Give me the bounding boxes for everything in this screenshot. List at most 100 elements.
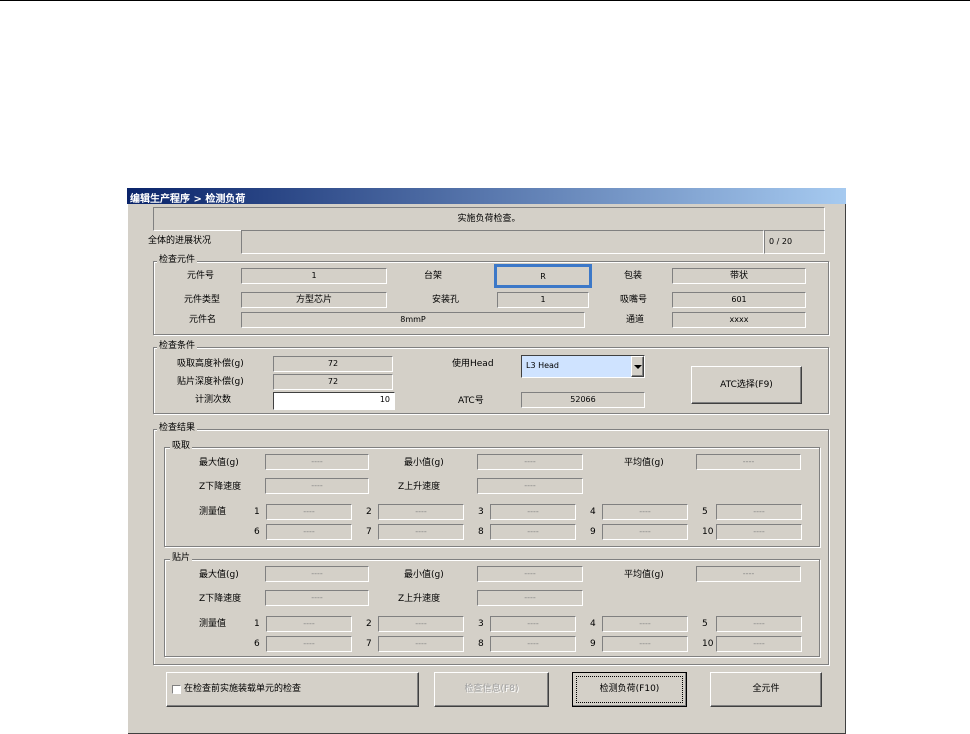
pick-measured-field: ---- [266, 504, 352, 520]
pick-measured-field: ---- [490, 524, 576, 540]
use-head-label: 使用Head [452, 359, 494, 369]
progress-label: 全体的进展状况 [148, 236, 212, 246]
pick-min-field: ---- [477, 454, 583, 470]
part-type-field: 方型芯片 [241, 292, 387, 308]
pick-measured-field: ---- [378, 504, 464, 520]
check-load-label: 检测负荷(F10) [599, 684, 660, 694]
place-measured-index: 3 [478, 619, 484, 629]
packaging-label: 包装 [624, 271, 643, 281]
check-info-button[interactable]: 检查信息(F8) [434, 672, 549, 707]
use-head-value: L3 Head [526, 361, 560, 370]
pick-max-label: 最大值(g) [199, 458, 239, 468]
pick-measured-index: 3 [478, 507, 484, 517]
place-z-up-field: ---- [477, 590, 583, 606]
pick-measured-field: ---- [490, 504, 576, 520]
place-measured-field: ---- [602, 616, 688, 632]
atc-select-button[interactable]: ATC选择(F9) [691, 366, 802, 404]
pick-measured-index: 2 [366, 507, 372, 517]
place-min-field: ---- [477, 566, 583, 582]
atc-field: 52066 [521, 392, 645, 408]
pick-measured-field: ---- [716, 504, 802, 520]
place-measured-index: 9 [590, 639, 596, 649]
check-component-title: 检查元件 [157, 255, 198, 266]
pick-title: 吸取 [170, 441, 193, 452]
pick-height-label: 吸取高度补偿(g) [177, 359, 244, 369]
part-name-field: 8mmP [241, 312, 585, 328]
place-measured-field: ---- [378, 616, 464, 632]
place-measured-field: ---- [490, 636, 576, 652]
place-measured-index: 7 [366, 639, 372, 649]
place-depth-label: 贴片深度补偿(g) [177, 377, 244, 387]
pick-measured-field: ---- [378, 524, 464, 540]
pick-measured-field: ---- [716, 524, 802, 540]
place-measured-field: ---- [266, 616, 352, 632]
message-box: 实施负荷检查。 [153, 207, 825, 231]
preload-check-label[interactable]: 在检查前实施装载单元的检查 [184, 683, 301, 695]
progress-bar [241, 230, 764, 254]
part-no-field: 1 [241, 268, 387, 284]
place-measured-field: ---- [716, 616, 802, 632]
window-title: 编辑生产程序 > 检测负荷 [130, 194, 246, 205]
place-avg-field: ---- [696, 566, 801, 582]
all-parts-button[interactable]: 全元件 [710, 672, 822, 707]
pick-measured-field: ---- [602, 504, 688, 520]
top-divider-line [0, 0, 970, 1]
rack-field[interactable]: R [494, 264, 592, 288]
place-avg-label: 平均值(g) [624, 570, 664, 580]
place-measured-index: 4 [590, 619, 596, 629]
pick-measured-index: 5 [702, 507, 708, 517]
place-measured-index: 5 [702, 619, 708, 629]
nozzle-field: 601 [672, 292, 806, 308]
progress-count: 0 / 20 [764, 230, 825, 254]
place-measured-field: ---- [602, 636, 688, 652]
place-z-up-label: Z上升速度 [398, 594, 441, 604]
conditions-title: 检查条件 [157, 341, 198, 352]
place-max-label: 最大值(g) [199, 570, 239, 580]
measure-count-label: 计测次数 [195, 395, 232, 405]
progress-value: 0 / 20 [769, 237, 793, 246]
place-measured-field: ---- [490, 616, 576, 632]
preload-check-checkbox[interactable] [172, 685, 181, 694]
nozzle-label: 吸嘴号 [620, 295, 648, 305]
pick-measured-index: 6 [254, 527, 260, 537]
place-measured-index: 10 [702, 639, 714, 649]
pick-z-up-label: Z上升速度 [398, 482, 441, 492]
title-bar: 编辑生产程序 > 检测负荷 [127, 188, 846, 205]
place-measured-field: ---- [716, 636, 802, 652]
pick-z-down-field: ---- [265, 478, 369, 494]
pick-measured-index: 8 [478, 527, 484, 537]
rack-label: 台架 [424, 271, 443, 281]
pick-measured-index: 1 [254, 507, 260, 517]
place-measured-label: 测量值 [199, 619, 227, 629]
place-measured-index: 1 [254, 619, 260, 629]
pick-measured-label: 测量值 [199, 507, 227, 517]
pick-measured-index: 7 [366, 527, 372, 537]
pick-min-label: 最小值(g) [404, 458, 444, 468]
place-z-down-field: ---- [265, 590, 369, 606]
place-measured-index: 6 [254, 639, 260, 649]
message-text: 实施负荷检查。 [457, 214, 521, 224]
pick-avg-field: ---- [696, 454, 801, 470]
place-max-field: ---- [265, 566, 369, 582]
pick-measured-index: 9 [590, 527, 596, 537]
pick-avg-label: 平均值(g) [624, 458, 664, 468]
use-head-select[interactable]: L3 Head [521, 355, 645, 378]
part-name-label: 元件名 [189, 315, 217, 325]
hole-field: 1 [497, 292, 589, 308]
check-load-button[interactable]: 检测负荷(F10) [572, 672, 687, 707]
pick-z-down-label: Z下降速度 [199, 482, 242, 492]
dropdown-arrow-button[interactable] [631, 356, 644, 377]
pick-max-field: ---- [265, 454, 369, 470]
pick-measured-index: 4 [590, 507, 596, 517]
check-load-window: 编辑生产程序 > 检测负荷 实施负荷检查。 全体的进展状况 0 / 20 检查元… [127, 188, 846, 734]
chevron-down-icon [634, 365, 642, 369]
packaging-field: 带状 [672, 268, 806, 284]
place-min-label: 最小值(g) [404, 570, 444, 580]
place-measured-field: ---- [378, 636, 464, 652]
atc-label: ATC号 [458, 396, 484, 406]
place-depth-field: 72 [273, 374, 393, 390]
pick-height-field: 72 [273, 356, 393, 372]
measure-count-input[interactable]: 10 [273, 392, 395, 410]
results-title: 检查结果 [157, 423, 198, 434]
place-measured-field: ---- [266, 636, 352, 652]
